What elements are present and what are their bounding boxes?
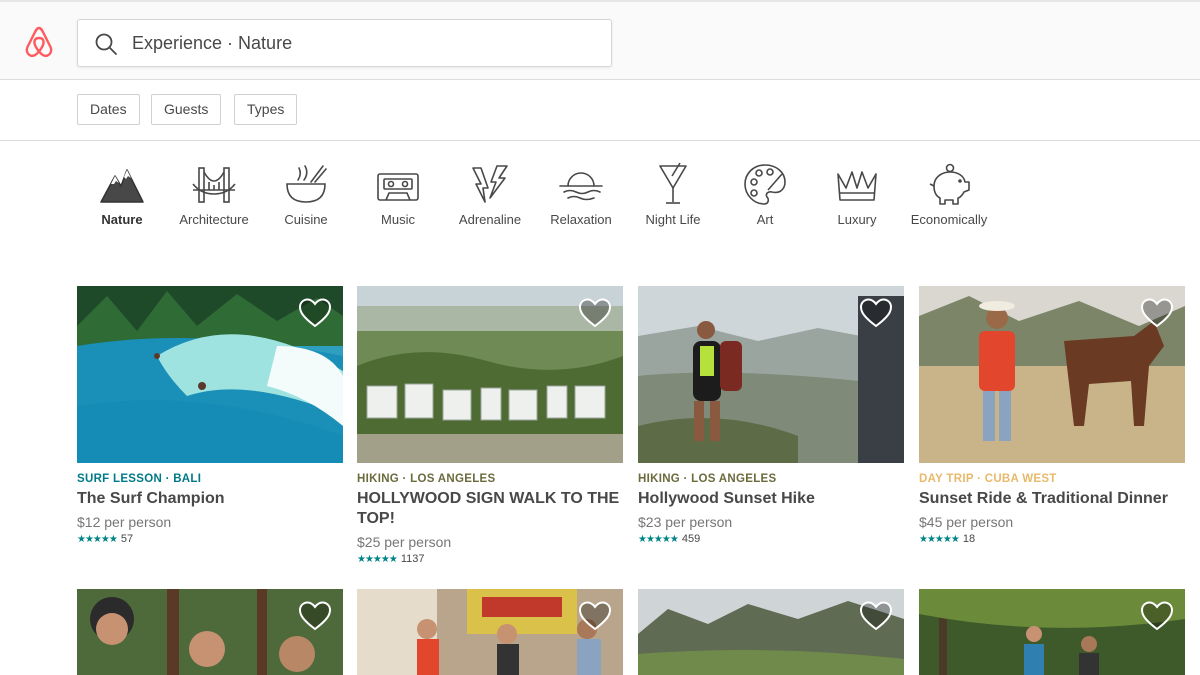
experience-title[interactable]: Sunset Ride & Traditional Dinner xyxy=(919,489,1185,509)
lightning-icon xyxy=(472,165,508,203)
heart-icon[interactable] xyxy=(299,298,331,328)
category-nature[interactable]: Nature xyxy=(76,162,168,232)
experience-photo[interactable] xyxy=(919,286,1185,463)
experience-card[interactable]: HIKING · LOS ANGELES HOLLYWOOD SIGN WALK… xyxy=(357,286,623,565)
search-bar[interactable]: Experience · Nature xyxy=(77,19,612,67)
category-label: Economically xyxy=(910,212,988,227)
bridge-icon xyxy=(192,167,236,203)
category-relaxation[interactable]: Relaxation xyxy=(535,162,627,232)
experience-price: $25 per person xyxy=(357,534,452,550)
category-adrenaline[interactable]: Adrenaline xyxy=(444,162,536,232)
palette-icon xyxy=(744,164,786,205)
review-count: 1137 xyxy=(400,553,425,565)
experience-kicker: HIKING · LOS ANGELES xyxy=(638,473,777,485)
experience-card[interactable]: DAY TRIP · CUBA WEST Sunset Ride & Tradi… xyxy=(919,286,1185,545)
experience-photo[interactable] xyxy=(638,286,904,463)
experience-rating: ★★★★★ 1137 xyxy=(357,553,623,565)
category-label: Music xyxy=(381,212,415,227)
category-economically[interactable]: Economically xyxy=(903,162,995,232)
category-label: Cuisine xyxy=(284,212,328,227)
experience-photo[interactable] xyxy=(357,286,623,463)
experience-card[interactable]: HIKING · LOS ANGELES Hollywood Sunset Hi… xyxy=(638,286,904,545)
filter-bar: Dates Guests Types xyxy=(0,80,1200,141)
category-architecture[interactable]: Architecture xyxy=(168,162,260,232)
experience-kicker: HIKING · LOS ANGELES xyxy=(357,473,496,485)
heart-icon[interactable] xyxy=(579,298,611,328)
piggy-bank-icon xyxy=(929,163,970,205)
heart-icon[interactable] xyxy=(1141,298,1173,328)
category-label: Architecture xyxy=(179,212,249,227)
heart-icon[interactable] xyxy=(1141,601,1173,631)
bowl-icon xyxy=(286,165,327,203)
category-label: Relaxation xyxy=(550,212,612,227)
experience-kicker: SURF LESSON · BALI xyxy=(77,473,202,485)
star-rating-icon: ★★★★★ xyxy=(77,534,118,545)
experience-card[interactable]: SURF LESSON · BALI The Surf Champion $12… xyxy=(77,286,343,545)
review-count: 18 xyxy=(962,533,976,545)
category-label: Nature xyxy=(101,212,143,227)
cassette-icon xyxy=(377,173,419,201)
types-filter-button[interactable]: Types xyxy=(234,94,298,125)
search-icon xyxy=(95,33,117,55)
category-music[interactable]: Music xyxy=(352,162,444,232)
sunset-icon xyxy=(559,172,603,201)
experience-rating: ★★★★★ 57 xyxy=(77,533,343,545)
crown-icon xyxy=(837,171,877,201)
category-cuisine[interactable]: Cuisine xyxy=(260,162,352,232)
star-rating-icon: ★★★★★ xyxy=(357,554,398,565)
experience-rating: ★★★★★ 459 xyxy=(638,533,904,545)
experience-kicker: DAY TRIP · CUBA WEST xyxy=(919,473,1057,485)
review-count: 459 xyxy=(681,533,701,545)
search-input[interactable]: Experience · Nature xyxy=(132,33,292,54)
experience-card[interactable] xyxy=(919,589,1185,675)
experience-card[interactable] xyxy=(357,589,623,675)
experience-price: $12 per person xyxy=(77,514,172,530)
experience-rating: ★★★★★ 18 xyxy=(919,533,1185,545)
experience-photo[interactable] xyxy=(77,286,343,463)
category-art[interactable]: Art xyxy=(719,162,811,232)
guests-filter-button[interactable]: Guests xyxy=(151,94,222,125)
dates-filter-button[interactable]: Dates xyxy=(77,94,140,125)
category-label: Art xyxy=(756,212,774,227)
category-night-life[interactable]: Night Life xyxy=(627,162,719,232)
experience-title[interactable]: Hollywood Sunset Hike xyxy=(638,489,904,509)
star-rating-icon: ★★★★★ xyxy=(919,534,960,545)
heart-icon[interactable] xyxy=(299,601,331,631)
review-count: 57 xyxy=(120,533,134,545)
category-label: Night Life xyxy=(645,212,701,227)
heart-icon[interactable] xyxy=(579,601,611,631)
experience-title[interactable]: The Surf Champion xyxy=(77,489,343,509)
airbnb-logo-icon[interactable] xyxy=(24,26,54,58)
heart-icon[interactable] xyxy=(860,298,892,328)
top-bar: Experience · Nature xyxy=(0,0,1200,80)
experience-price: $23 per person xyxy=(638,514,733,530)
cocktail-icon xyxy=(659,162,687,204)
experience-price: $45 per person xyxy=(919,514,1014,530)
mountain-icon xyxy=(100,169,144,203)
category-luxury[interactable]: Luxury xyxy=(811,162,903,232)
experience-card[interactable] xyxy=(77,589,343,675)
experience-card[interactable] xyxy=(638,589,904,675)
star-rating-icon: ★★★★★ xyxy=(638,534,679,545)
category-label: Adrenaline xyxy=(458,212,522,227)
category-label: Luxury xyxy=(837,212,877,227)
experience-title[interactable]: HOLLYWOOD SIGN WALK TO THE TOP! xyxy=(357,489,623,529)
heart-icon[interactable] xyxy=(860,601,892,631)
